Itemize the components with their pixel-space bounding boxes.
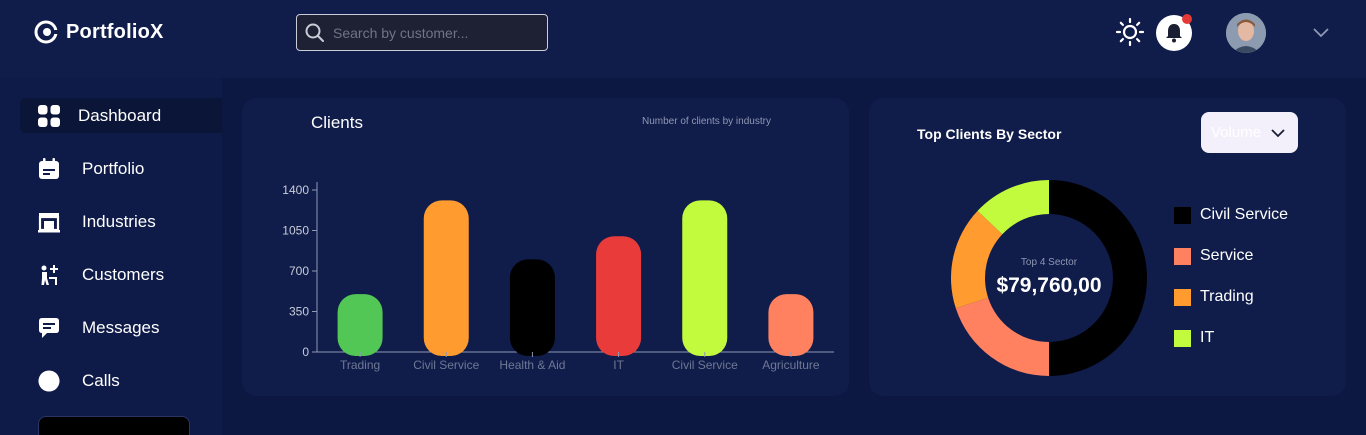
legend-item: Trading <box>1174 288 1254 306</box>
y-tick-label: 700 <box>289 264 309 278</box>
sidebar-item-calls[interactable]: Calls <box>20 363 222 398</box>
sidebar-item-portfolio[interactable]: Portfolio <box>20 151 222 186</box>
person-add-icon <box>38 264 60 286</box>
legend-swatch <box>1174 288 1191 306</box>
circle-icon <box>38 369 60 392</box>
sector-card: Top Clients By Sector Volume Top 4 Secto… <box>869 98 1346 396</box>
sidebar-item-messages[interactable]: Messages <box>20 310 222 345</box>
legend-item: IT <box>1174 329 1214 347</box>
donut-slice[interactable] <box>955 297 1049 376</box>
top-bar: PortfolioX <box>0 0 1366 78</box>
logo-icon <box>34 20 58 44</box>
x-tick-label: Trading <box>340 358 380 372</box>
search-box[interactable] <box>296 14 548 51</box>
volume-dropdown[interactable]: Volume <box>1201 112 1298 153</box>
y-tick-label: 1050 <box>282 224 309 238</box>
sidebar-item-dashboard[interactable]: Dashboard <box>20 98 222 133</box>
x-tick-label: Health & Aid <box>499 358 565 372</box>
clients-bar-chart: 0 350 700 1050 1400 Trading Civil Service Healt… <box>282 182 834 372</box>
avatar[interactable] <box>1226 13 1266 53</box>
legend-label: Civil Service <box>1200 206 1289 223</box>
legend-label: Service <box>1200 247 1254 264</box>
y-tick-label: 0 <box>302 345 309 359</box>
calendar-icon <box>38 157 60 180</box>
app-logo[interactable]: PortfolioX <box>34 20 164 44</box>
building-icon <box>38 211 60 233</box>
legend-label: IT <box>1200 329 1215 346</box>
sidebar-item-label: Calls <box>82 370 120 390</box>
x-tick-label: Agriculture <box>762 358 820 372</box>
donut-total: $79,760,00 <box>996 274 1102 297</box>
sidebar-promo-card[interactable] <box>38 416 190 435</box>
legend-swatch <box>1174 206 1191 224</box>
sidebar-item-label: Industries <box>82 211 156 231</box>
legend-swatch <box>1174 329 1191 347</box>
legend-item: Service <box>1174 247 1253 265</box>
sidebar: Dashboard Portfolio Industries Customers… <box>0 78 222 435</box>
donut-caption: Top 4 Sector <box>1020 257 1078 268</box>
search-input[interactable] <box>333 24 533 41</box>
bar[interactable] <box>423 200 469 356</box>
bar[interactable] <box>337 294 383 356</box>
dropdown-value: Volume <box>1211 124 1262 141</box>
chat-icon <box>38 317 60 339</box>
bar[interactable] <box>509 259 555 356</box>
y-tick-label: 350 <box>289 305 309 319</box>
bar[interactable] <box>682 200 728 356</box>
bell-icon <box>1166 24 1182 43</box>
legend-label: Trading <box>1200 288 1254 305</box>
x-tick-label: IT <box>613 358 624 372</box>
chevron-down-icon <box>1271 129 1285 138</box>
notifications-button[interactable] <box>1156 14 1192 51</box>
chevron-down-icon[interactable] <box>1312 25 1330 39</box>
sidebar-item-label: Portfolio <box>82 158 145 178</box>
bar[interactable] <box>596 236 642 356</box>
legend-item: Civil Service <box>1174 206 1288 224</box>
x-tick-label: Civil Service <box>413 358 479 372</box>
search-icon <box>305 23 324 42</box>
sun-icon[interactable] <box>1115 17 1145 47</box>
sidebar-item-industries[interactable]: Industries <box>20 204 222 239</box>
y-tick-label: 1400 <box>282 183 309 197</box>
sector-title: Top Clients By Sector <box>917 126 1062 142</box>
bar[interactable] <box>768 294 814 356</box>
user-photo <box>1226 13 1266 53</box>
grid-icon <box>38 104 60 127</box>
app-name: PortfolioX <box>66 20 164 43</box>
sidebar-item-label: Customers <box>82 264 165 284</box>
clients-card: Clients Number of clients by industry 03… <box>242 98 849 396</box>
sidebar-item-customers[interactable]: Customers <box>20 257 222 292</box>
sidebar-item-label: Messages <box>82 317 160 337</box>
notification-dot <box>1182 14 1192 24</box>
legend-swatch <box>1174 247 1191 265</box>
x-tick-label: Civil Service <box>672 358 738 372</box>
sidebar-item-label: Dashboard <box>78 105 162 125</box>
